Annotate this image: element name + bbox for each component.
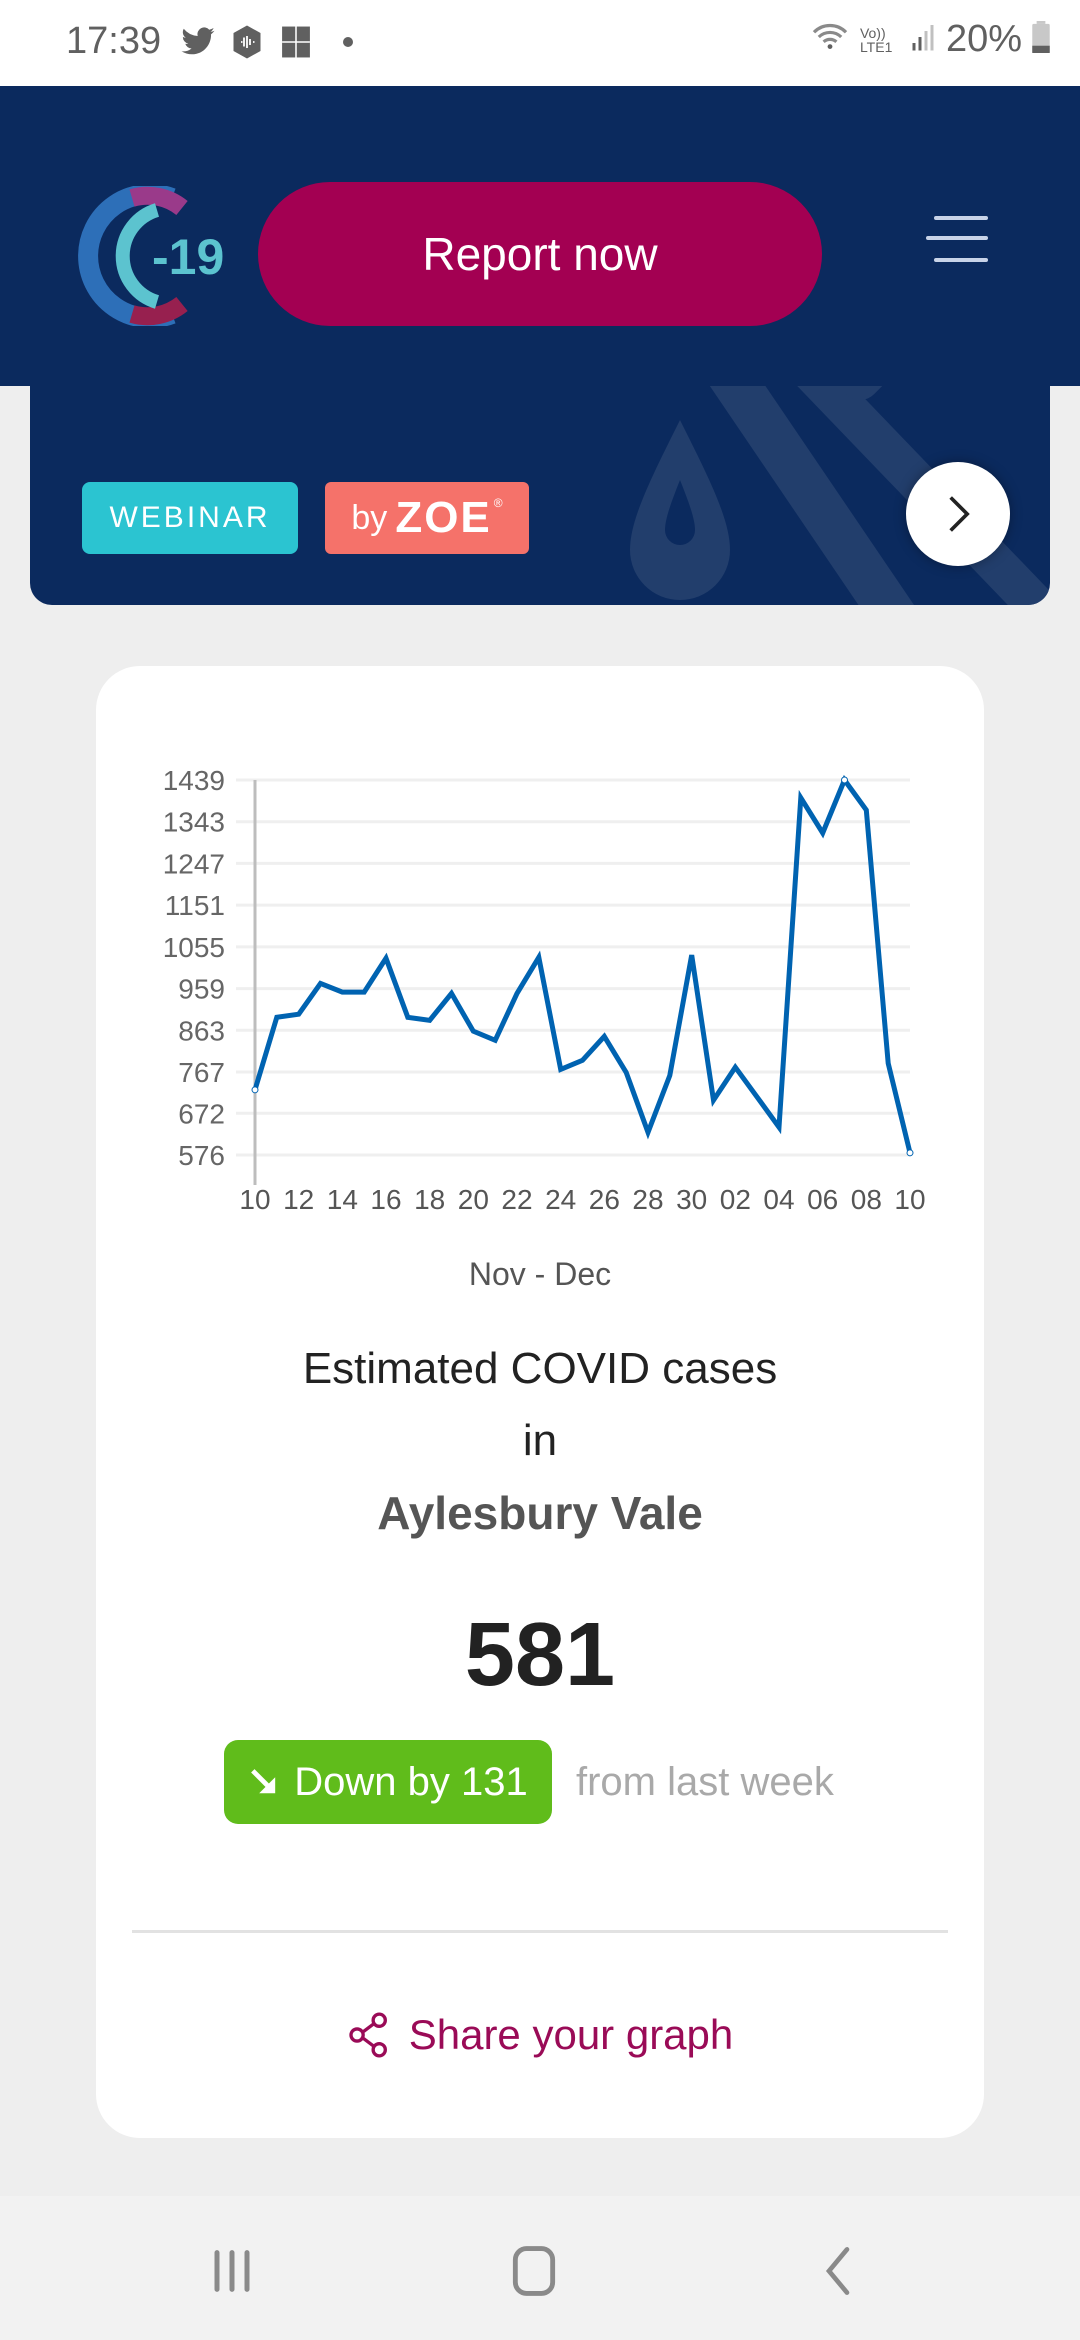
logo-text: -19: [152, 229, 224, 285]
estimate-title-line2: in: [522, 1416, 558, 1465]
y-tick-label: 959: [178, 974, 225, 1005]
x-axis-label: Nov - Dec: [469, 1256, 611, 1292]
network-label: Vo)) LTE1: [859, 24, 893, 55]
more-dot-icon: [342, 26, 354, 58]
wifi-icon: [810, 21, 850, 58]
x-tick-label: 10: [239, 1184, 270, 1215]
zoe-tag-by: by: [351, 498, 388, 537]
y-tick-label: 1055: [163, 932, 225, 963]
x-tick-label: 18: [414, 1184, 445, 1215]
weekly-change-row: Down by 131 from last week: [224, 1740, 834, 1824]
x-tick-label: 14: [327, 1184, 358, 1215]
report-now-button[interactable]: Report now: [258, 182, 822, 326]
y-tick-label: 1247: [163, 848, 225, 879]
puzzle-app-icon: [280, 26, 312, 58]
back-button[interactable]: [798, 2236, 878, 2306]
webinar-tag: WEBINAR: [82, 482, 298, 554]
x-tick-label: 24: [545, 1184, 576, 1215]
data-point[interactable]: [841, 776, 848, 784]
recent-apps-icon: [214, 2250, 250, 2292]
home-icon: [512, 2246, 556, 2296]
cases-card: [96, 666, 984, 2138]
y-tick-label: 863: [178, 1015, 225, 1046]
chevron-right-icon: [949, 496, 970, 532]
c19-logo-icon: -19: [78, 184, 224, 328]
status-bar: 17:39 Vo)) LTE1 20%: [0, 0, 1080, 86]
arrow-down-right-icon: [251, 1769, 276, 1794]
zoe-tag-registered: ®: [493, 496, 503, 510]
x-tick-label: 12: [283, 1184, 314, 1215]
y-tick-label: 576: [178, 1140, 225, 1171]
card-divider: [132, 1930, 948, 1933]
y-tick-label: 1439: [163, 765, 225, 796]
hamburger-menu-icon-bar: [934, 216, 988, 220]
x-tick-label: 06: [807, 1184, 838, 1215]
home-button[interactable]: [494, 2236, 574, 2306]
x-tick-label: 30: [676, 1184, 707, 1215]
covid-logo[interactable]: -19: [72, 184, 242, 328]
hamburger-menu-icon-bar: [926, 236, 988, 240]
podcast-icon: [232, 25, 262, 59]
twitter-icon: [180, 26, 216, 58]
x-tick-label: 20: [458, 1184, 489, 1215]
webinar-banner[interactable]: WEBINAR by ZOE ®: [30, 380, 1050, 605]
x-tick-label: 16: [370, 1184, 401, 1215]
battery-percent: 20%: [945, 18, 1022, 60]
signal-icon: [910, 22, 936, 57]
x-tick-label: 22: [501, 1184, 532, 1215]
zoe-tag: by ZOE ®: [325, 482, 529, 554]
banner-next-button[interactable]: [906, 462, 1010, 566]
status-time: 17:39: [66, 20, 162, 62]
change-suffix: from last week: [576, 1759, 834, 1804]
recent-apps-button[interactable]: [192, 2236, 272, 2306]
estimated-cases-value: 581: [464, 1605, 616, 1705]
x-tick-label: 08: [851, 1184, 882, 1215]
share-icon: [349, 2012, 387, 2058]
system-nav-bar: [0, 2196, 1080, 2340]
status-right: Vo)) LTE1 20%: [810, 18, 1050, 61]
y-tick-label: 767: [178, 1057, 225, 1088]
app-header: -19 Report now: [0, 86, 1080, 386]
estimate-title-line1: Estimated COVID cases: [302, 1344, 778, 1393]
y-tick-label: 1151: [165, 890, 225, 921]
region-name: Aylesbury Vale: [377, 1487, 703, 1539]
x-tick-label: 02: [720, 1184, 751, 1215]
x-tick-label: 10: [894, 1184, 925, 1215]
data-point[interactable]: [906, 1149, 914, 1157]
y-tick-label: 672: [178, 1098, 225, 1129]
share-graph-button[interactable]: Share your graph: [96, 2000, 984, 2070]
x-tick-label: 28: [632, 1184, 663, 1215]
data-point[interactable]: [251, 1086, 259, 1094]
hamburger-menu-icon-bar: [934, 258, 988, 262]
y-tick-label: 1343: [163, 807, 225, 838]
menu-button[interactable]: [926, 216, 988, 266]
battery-icon: [1032, 21, 1050, 58]
zoe-tag-brand: ZOE: [395, 493, 492, 542]
back-icon: [825, 2247, 850, 2295]
x-tick-label: 26: [589, 1184, 620, 1215]
down-badge-label: Down by 131: [294, 1759, 528, 1804]
share-graph-label: Share your graph: [408, 2011, 734, 2058]
x-tick-label: 04: [763, 1184, 794, 1215]
down-badge: Down by 131: [224, 1740, 552, 1824]
